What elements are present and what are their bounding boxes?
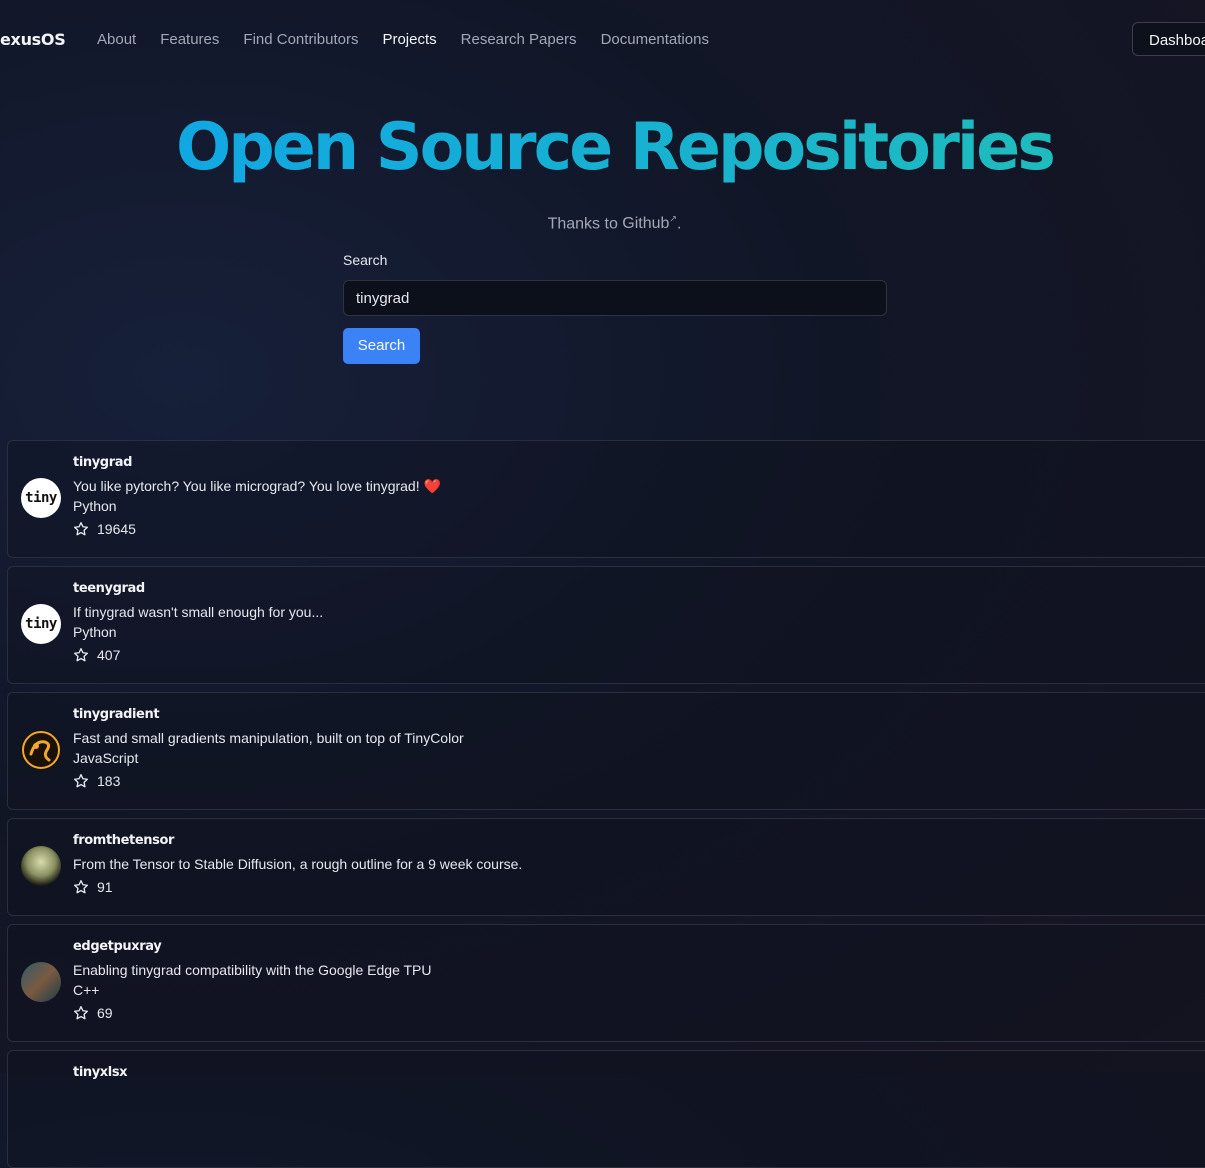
star-count: 19645	[97, 521, 136, 537]
repo-name[interactable]: fromthetensor	[73, 833, 174, 848]
external-link-icon: ↗	[669, 214, 677, 224]
subtitle-suffix: .	[676, 215, 682, 233]
star-count: 407	[97, 647, 121, 663]
nav-link-research-papers[interactable]: Research Papers	[461, 31, 577, 48]
repo-card[interactable]: fromthetensor From the Tensor to Stable …	[7, 818, 1205, 916]
photo-icon	[21, 962, 61, 1002]
brand-logo[interactable]: exusOS	[0, 30, 66, 49]
nav-link-about[interactable]: About	[97, 31, 136, 48]
search-button[interactable]: Search	[343, 328, 420, 364]
search-label: Search	[343, 252, 388, 268]
star-icon[interactable]	[73, 773, 89, 789]
repo-description: From the Tensor to Stable Diffusion, a r…	[73, 856, 523, 872]
star-icon[interactable]	[73, 879, 89, 895]
repo-card[interactable]: tiny tinygrad You like pytorch? You like…	[7, 440, 1205, 558]
repo-name[interactable]: edgetpuxray	[73, 939, 162, 954]
dashboard-button[interactable]: Dashboard	[1132, 22, 1205, 56]
repo-stars: 407	[73, 647, 120, 663]
nav-link-documentations[interactable]: Documentations	[601, 31, 709, 48]
repo-avatar: tiny	[21, 604, 61, 644]
star-icon[interactable]	[73, 647, 89, 663]
repo-language: Python	[73, 498, 117, 514]
repo-description: You like pytorch? You like micrograd? Yo…	[73, 478, 441, 494]
portrait-icon	[21, 846, 61, 886]
star-count: 69	[97, 1005, 113, 1021]
github-link[interactable]: Github↗	[622, 214, 677, 232]
repo-description: If tinygrad wasn't small enough for you.…	[73, 604, 324, 620]
nav-links: About Features Find Contributors Project…	[97, 31, 709, 48]
star-count: 183	[97, 773, 121, 789]
repo-card[interactable]: edgetpuxray Enabling tinygrad compatibil…	[7, 924, 1205, 1042]
nav-link-features[interactable]: Features	[160, 31, 219, 48]
repo-stars: 69	[73, 1005, 113, 1021]
repo-name[interactable]: tinygradient	[73, 707, 160, 722]
logo-graphic	[22, 731, 60, 769]
nav-link-projects[interactable]: Projects	[382, 31, 436, 48]
repo-name[interactable]: teenygrad	[73, 581, 145, 596]
repo-description: Enabling tinygrad compatibility with the…	[73, 962, 432, 978]
repo-card[interactable]: tinyxlsx	[7, 1050, 1205, 1168]
subtitle: Thanks to Github↗.	[0, 214, 1205, 233]
repo-stars: 91	[73, 879, 113, 895]
repo-name[interactable]: tinygrad	[73, 455, 132, 470]
repo-avatar: tiny	[21, 478, 61, 518]
star-icon[interactable]	[73, 1005, 89, 1021]
repo-language: C++	[73, 982, 100, 998]
page-title: Open Source Repositories	[0, 108, 1205, 188]
github-link-label[interactable]: Github	[622, 215, 669, 232]
nav-link-find-contributors[interactable]: Find Contributors	[243, 31, 358, 48]
repo-card[interactable]: tinygradient Fast and small gradients ma…	[7, 692, 1205, 810]
repo-card[interactable]: tiny teenygrad If tinygrad wasn't small …	[7, 566, 1205, 684]
star-count: 91	[97, 879, 113, 895]
repo-description: Fast and small gradients manipulation, b…	[73, 730, 464, 746]
repo-language: Python	[73, 624, 117, 640]
subtitle-prefix: Thanks to	[547, 215, 623, 233]
repo-stars: 183	[73, 773, 120, 789]
search-input[interactable]	[343, 280, 887, 316]
star-icon[interactable]	[73, 521, 89, 537]
repo-stars: 19645	[73, 521, 136, 537]
repo-language: JavaScript	[73, 750, 139, 766]
top-navbar: exusOS About Features Find Contributors …	[0, 0, 1205, 80]
logo-icon	[21, 730, 61, 770]
